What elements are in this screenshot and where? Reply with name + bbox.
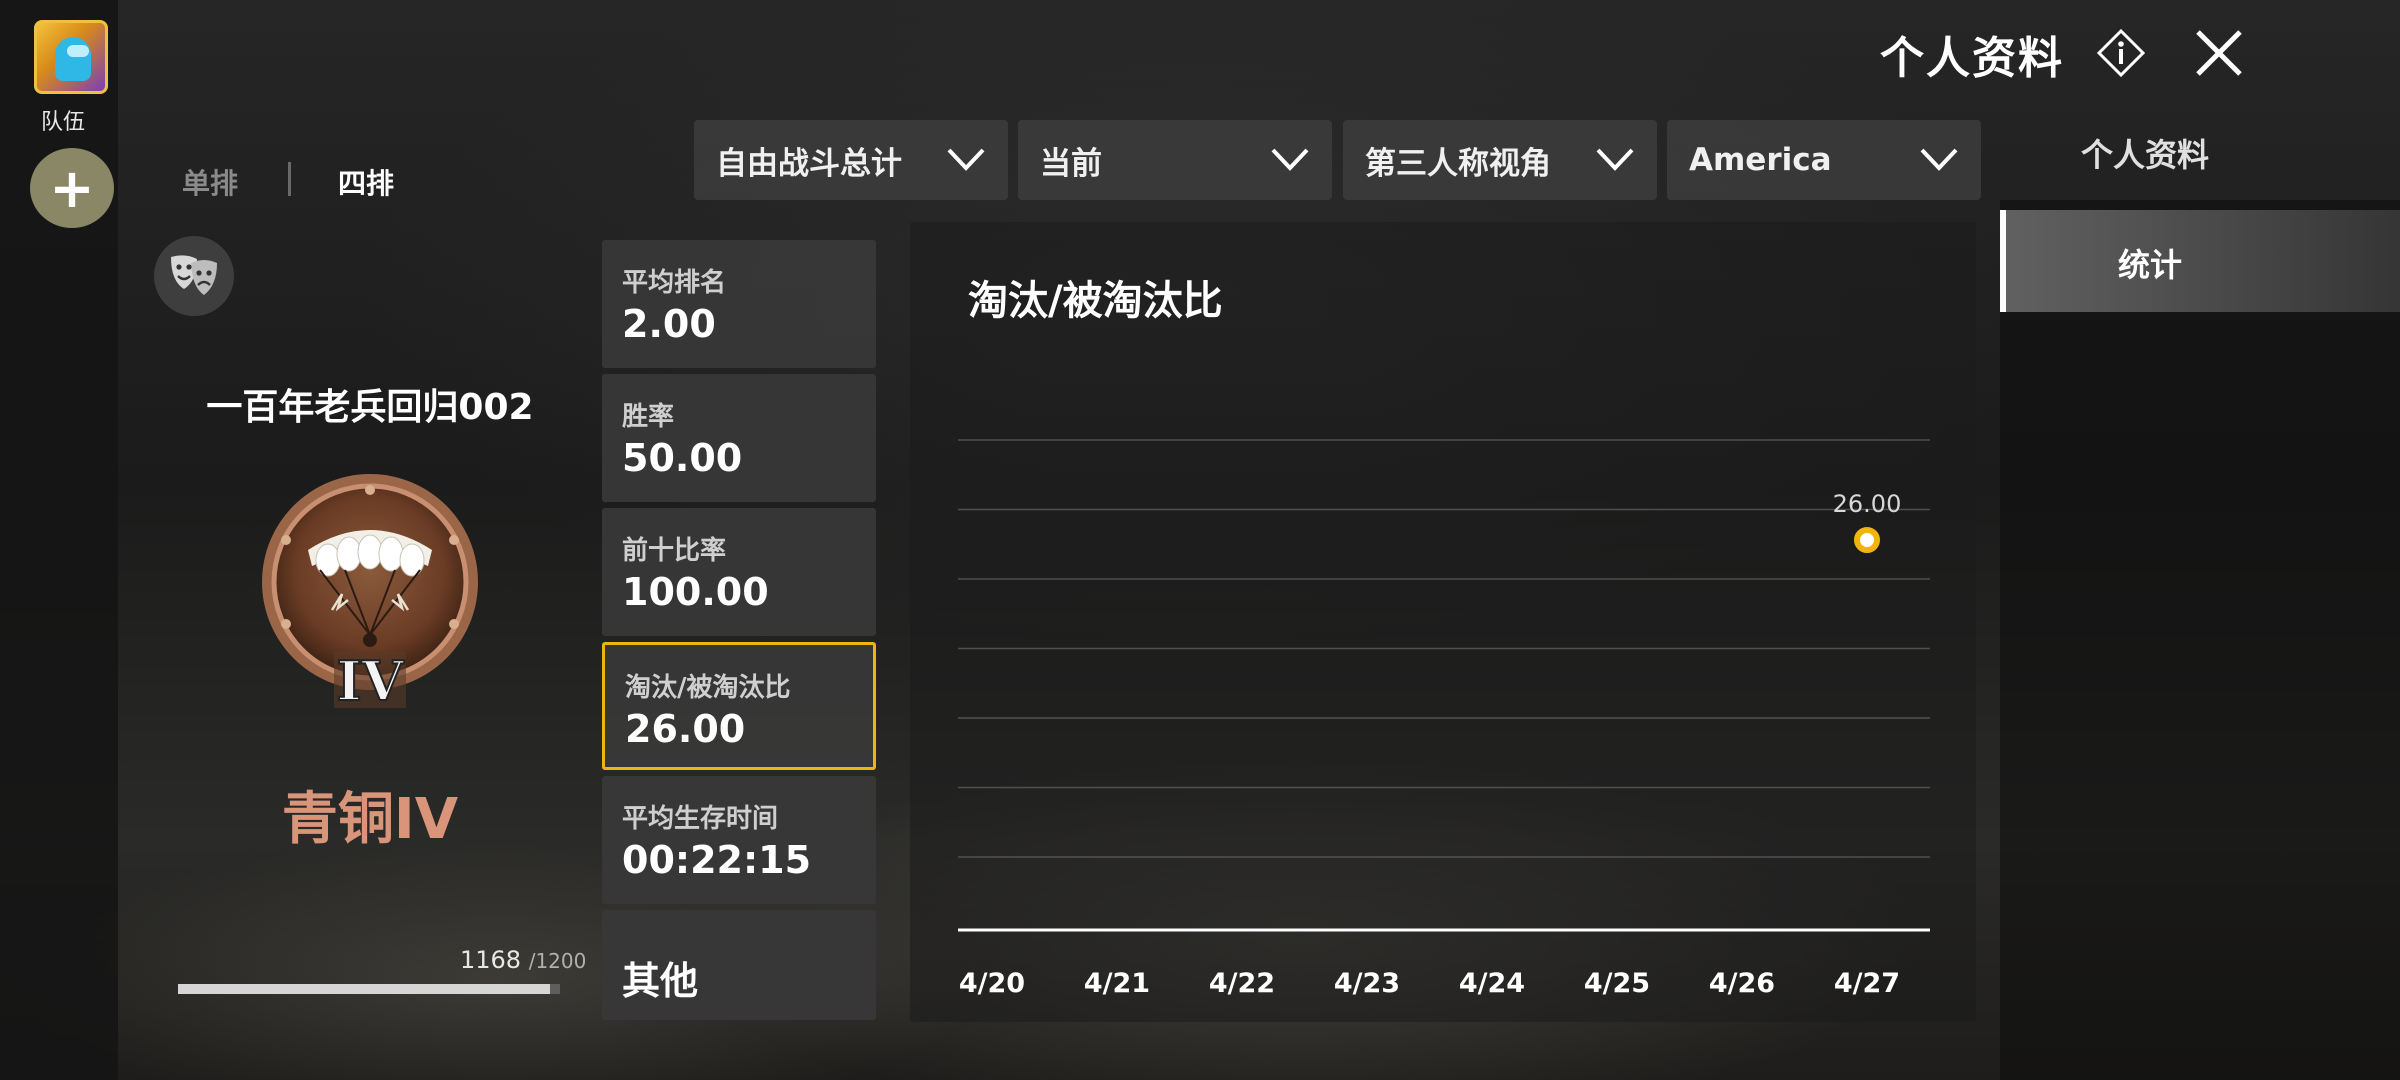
chart-data-label: 26.00 bbox=[1833, 490, 1902, 518]
chart-x-tick-label: 4/23 bbox=[1334, 968, 1400, 999]
chart-x-tick-label: 4/27 bbox=[1834, 968, 1900, 999]
chart-x-tick-label: 4/25 bbox=[1584, 968, 1650, 999]
chart-x-tick-label: 4/26 bbox=[1709, 968, 1775, 999]
chart-data-point[interactable] bbox=[1854, 527, 1880, 553]
chart-x-tick-label: 4/20 bbox=[959, 968, 1025, 999]
chart-x-tick-label: 4/22 bbox=[1209, 968, 1275, 999]
kd-chart: 4/20 4/21 4/22 4/23 4/24 4/25 4/26 4/27 26.00 bbox=[958, 439, 1930, 999]
chart-x-tick-label: 4/24 bbox=[1459, 968, 1525, 999]
chart-x-tick-label: 4/21 bbox=[1084, 968, 1150, 999]
